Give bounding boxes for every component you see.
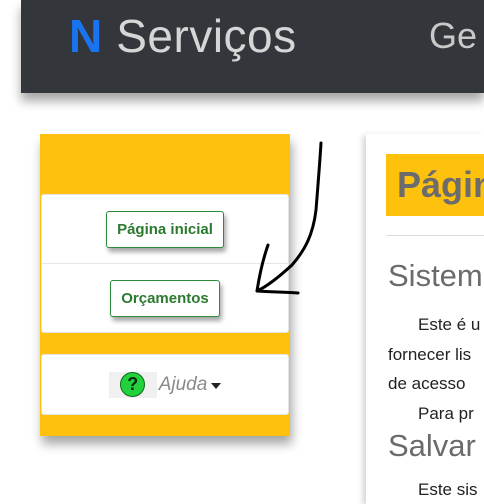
budgets-button[interactable]: Orçamentos	[110, 280, 220, 317]
brand-logo[interactable]: N Serviços	[69, 10, 297, 62]
section-title-save: Salvar c	[388, 428, 484, 463]
divider	[386, 235, 484, 236]
nav-link-partial[interactable]: Ge	[429, 10, 477, 62]
caret-down-icon	[211, 382, 222, 389]
hand-drawn-arrow	[255, 141, 323, 295]
page-title-banner: Págin	[386, 154, 484, 216]
brand-letter: N	[69, 10, 103, 62]
paragraph-line: Este sis	[418, 480, 478, 499]
brand-name: Serviços	[116, 10, 297, 62]
question-icon: ?	[120, 372, 146, 397]
paragraph-line: de acesso	[388, 374, 466, 393]
help-dropdown[interactable]: ? Ajuda	[108, 371, 222, 398]
page-title: Págin	[397, 164, 484, 205]
home-button[interactable]: Página inicial	[106, 210, 224, 248]
section-title-system: Sistem	[388, 258, 483, 293]
top-navbar: N Serviços Ge	[21, 0, 484, 93]
paragraph-line: fornecer lis	[388, 345, 472, 364]
paragraph-line: Para pr	[418, 404, 474, 423]
help-panel: ? Ajuda	[41, 354, 289, 415]
help-label: Ajuda	[158, 373, 208, 395]
paragraph-line: Este é u	[418, 315, 481, 334]
main-content: Págin Sistem Este é u fornecer lis de ac…	[366, 134, 484, 504]
help-icon-container: ?	[108, 371, 157, 398]
